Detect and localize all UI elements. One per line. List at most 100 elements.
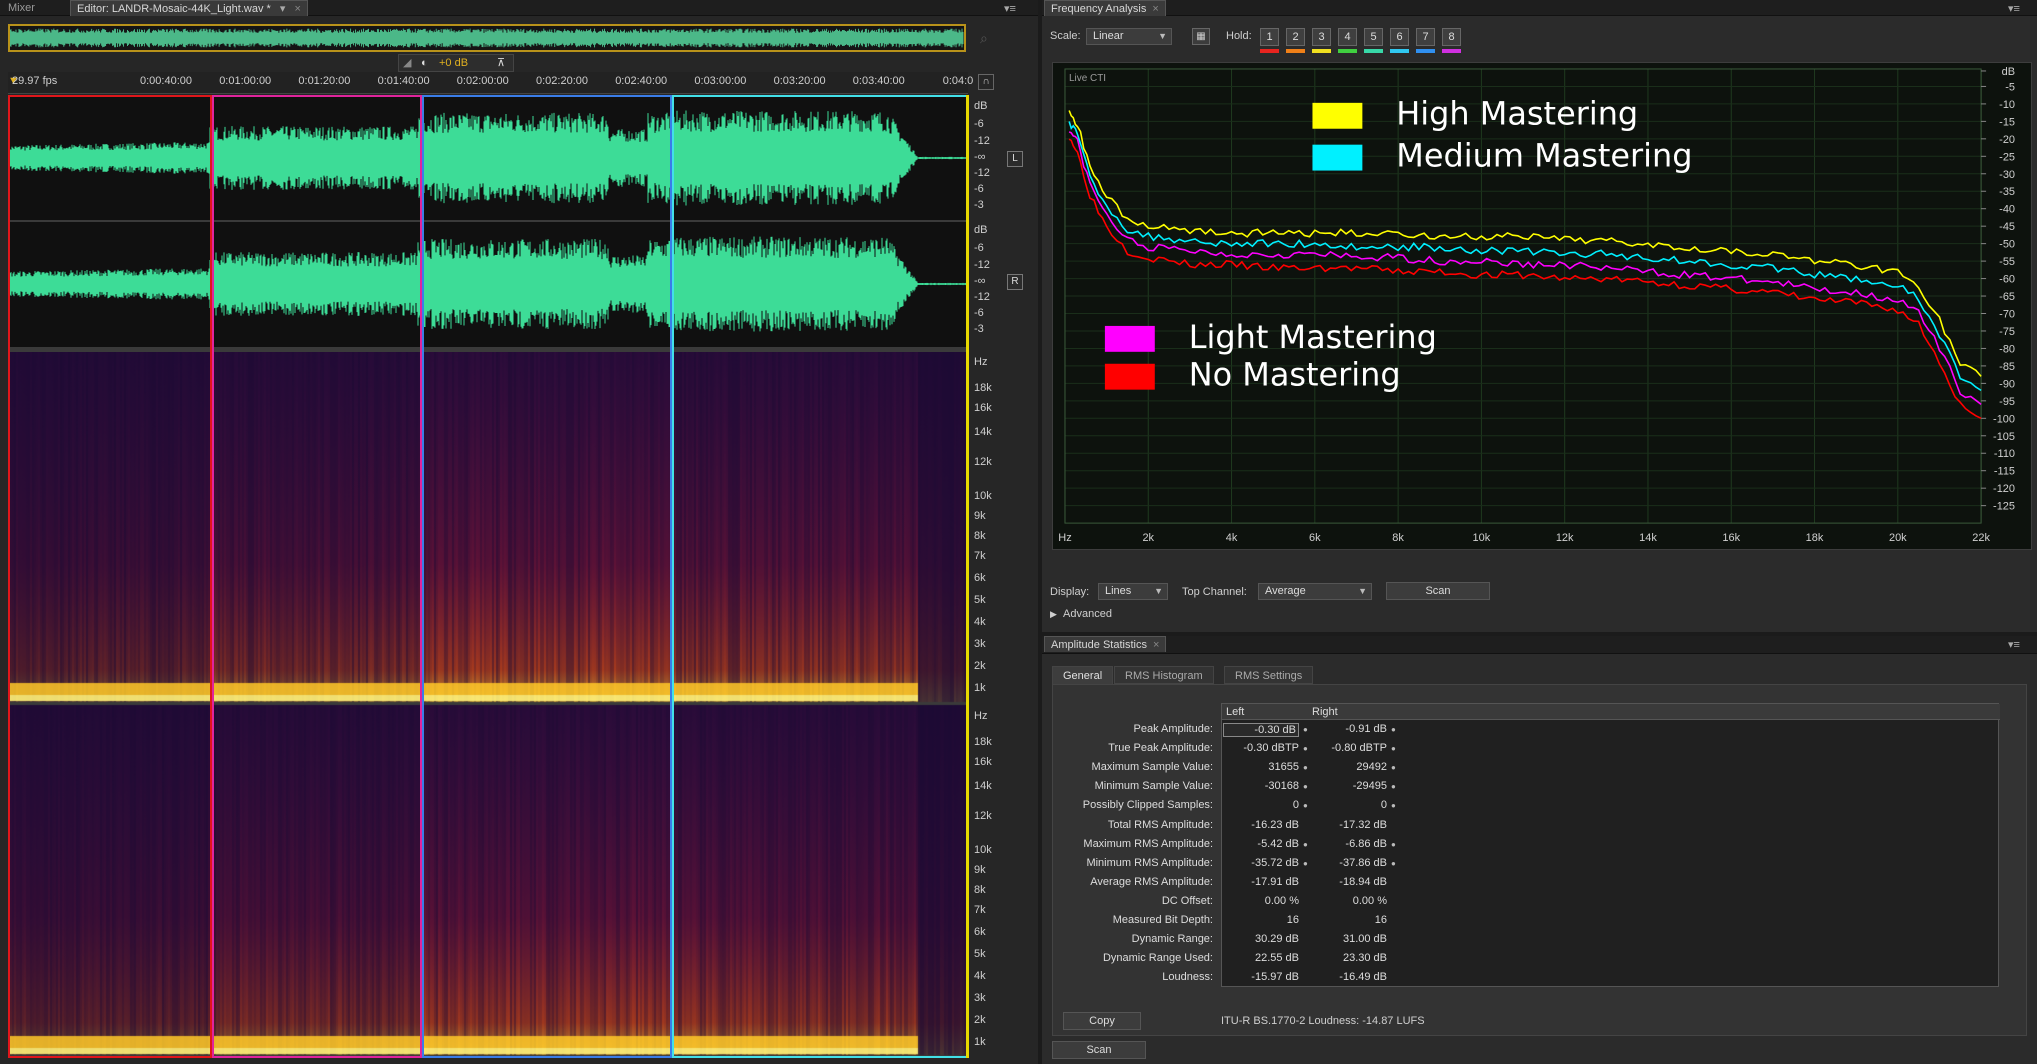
- close-icon[interactable]: ×: [1152, 3, 1158, 15]
- locate-pin-icon[interactable]: ●: [1391, 744, 1396, 753]
- tab-general[interactable]: General: [1052, 666, 1114, 684]
- panel-menu-icon[interactable]: ▾≡: [1004, 2, 1016, 15]
- as-scan-button[interactable]: Scan: [1052, 1041, 1146, 1059]
- timeline-ruler[interactable]: ▼ 29.97 fps 0:00:40:00 0:01:00:00 0:01:20:…: [8, 72, 973, 94]
- loudness-summary: ITU-R BS.1770-2 Loudness: -14.87 LUFS: [1221, 1015, 1425, 1027]
- stat-right-value[interactable]: -6.86 dB: [1311, 838, 1387, 850]
- tab-mixer[interactable]: Mixer: [2, 0, 41, 16]
- stat-left-value[interactable]: 0: [1223, 799, 1299, 811]
- pin-icon[interactable]: ⊼: [497, 55, 505, 71]
- panel-menu-icon[interactable]: ▾≡: [2008, 2, 2020, 15]
- locate-pin-icon[interactable]: ●: [1391, 840, 1396, 849]
- tab-editor[interactable]: Editor: LANDR-Mosaic-44K_Light.wav * ▾ ×: [70, 0, 308, 16]
- legend-label: Light Mastering: [1189, 318, 1437, 356]
- stat-right-value[interactable]: 0.00 %: [1311, 895, 1387, 907]
- locate-pin-icon[interactable]: ●: [1303, 801, 1308, 810]
- file-dropdown-icon[interactable]: ▾: [280, 3, 286, 15]
- hold-button-3[interactable]: 3: [1312, 28, 1331, 46]
- stat-right-value[interactable]: -37.86 dB: [1311, 857, 1387, 869]
- locate-pin-icon[interactable]: ●: [1303, 725, 1308, 734]
- locate-pin-icon[interactable]: ●: [1391, 782, 1396, 791]
- stat-left-value[interactable]: -17.91 dB: [1223, 876, 1299, 888]
- hud-gain-value[interactable]: +0 dB: [439, 55, 468, 71]
- locate-pin-icon[interactable]: ●: [1303, 744, 1308, 753]
- stat-left-value[interactable]: 16: [1223, 914, 1299, 926]
- channel-left-button[interactable]: L: [1007, 151, 1023, 167]
- copy-button[interactable]: Copy: [1063, 1012, 1141, 1030]
- locate-pin-icon[interactable]: ●: [1303, 782, 1308, 791]
- locate-pin-icon[interactable]: ●: [1391, 763, 1396, 772]
- stat-left-value[interactable]: -35.72 dB: [1223, 857, 1299, 869]
- amplitude-statistics-panel: Amplitude Statistics × ▾≡ General RMS His…: [1042, 636, 2037, 1064]
- scale-dropdown[interactable]: Linear ▼: [1086, 28, 1172, 45]
- as-title: Amplitude Statistics: [1051, 639, 1147, 651]
- stat-left-value[interactable]: 22.55 dB: [1223, 952, 1299, 964]
- stat-right-value[interactable]: -16.49 dB: [1311, 971, 1387, 983]
- stat-right-value[interactable]: -29495: [1311, 780, 1387, 792]
- hold-button-6[interactable]: 6: [1390, 28, 1409, 46]
- as-tabbar: Amplitude Statistics × ▾≡: [1042, 636, 2037, 654]
- hold-color-indicator: [1312, 49, 1331, 53]
- stat-right-value[interactable]: -17.32 dB: [1311, 819, 1387, 831]
- tab-rms-settings[interactable]: RMS Settings: [1224, 666, 1314, 684]
- locate-pin-icon[interactable]: ●: [1391, 801, 1396, 810]
- frequency-plot[interactable]: Live CTI Hz 2k 4k 6k 8k 10k 12k 14k 16k 18k 20k 22k d…: [1052, 62, 2032, 550]
- locate-pin-icon[interactable]: ●: [1391, 725, 1396, 734]
- hold-color-indicator: [1286, 49, 1305, 53]
- stats-container: Left Right Peak Amplitude: -0.30 dB -0.91 …: [1052, 684, 2027, 1036]
- display-dropdown[interactable]: Lines ▼: [1098, 583, 1168, 600]
- overview-waveform[interactable]: [8, 24, 966, 52]
- close-icon[interactable]: ×: [1153, 639, 1159, 651]
- volume-knob-icon[interactable]: ◐: [421, 55, 428, 71]
- close-icon[interactable]: ×: [294, 3, 300, 15]
- top-channel-dropdown[interactable]: Average ▼: [1258, 583, 1372, 600]
- locate-pin-icon[interactable]: ●: [1303, 859, 1308, 868]
- stat-right-value[interactable]: 16: [1311, 914, 1387, 926]
- stat-right-value[interactable]: 29492: [1311, 761, 1387, 773]
- stat-right-value[interactable]: -18.94 dB: [1311, 876, 1387, 888]
- stat-left-value[interactable]: -5.42 dB: [1223, 838, 1299, 850]
- stat-left-value[interactable]: 0.00 %: [1223, 895, 1299, 907]
- zoom-magnifier-icon[interactable]: ⌕: [980, 30, 996, 46]
- channel-right-button[interactable]: R: [1007, 274, 1023, 290]
- stat-right-value[interactable]: 0: [1311, 799, 1387, 811]
- loop-headphone-icon[interactable]: ∩: [978, 74, 994, 90]
- level-meter-icon[interactable]: ◢: [403, 55, 411, 71]
- y-tick-label: -105: [1993, 431, 2015, 443]
- spectral-display[interactable]: [8, 352, 968, 1058]
- stat-left-value[interactable]: -16.23 dB: [1223, 819, 1299, 831]
- hold-button-7[interactable]: 7: [1416, 28, 1435, 46]
- stat-left-value[interactable]: 31655: [1223, 761, 1299, 773]
- tab-rms-histogram[interactable]: RMS Histogram: [1114, 666, 1214, 684]
- hold-button-1[interactable]: 1: [1260, 28, 1279, 46]
- stat-right-value[interactable]: -0.80 dBTP: [1311, 742, 1387, 754]
- graph-settings-icon[interactable]: ▦: [1192, 28, 1210, 45]
- stat-right-value[interactable]: -0.91 dB: [1311, 723, 1387, 735]
- stat-right-value[interactable]: 23.30 dB: [1311, 952, 1387, 964]
- hold-button-4[interactable]: 4: [1338, 28, 1357, 46]
- stat-left-value[interactable]: -0.30 dBTP: [1223, 742, 1299, 754]
- stat-left-value[interactable]: -15.97 dB: [1223, 971, 1299, 983]
- tab-amplitude-statistics[interactable]: Amplitude Statistics ×: [1044, 636, 1167, 652]
- hold-button-2[interactable]: 2: [1286, 28, 1305, 46]
- stat-left-value[interactable]: 30.29 dB: [1223, 933, 1299, 945]
- locate-pin-icon[interactable]: ●: [1303, 763, 1308, 772]
- y-tick-label: -70: [1999, 309, 2015, 321]
- locate-pin-icon[interactable]: ●: [1391, 859, 1396, 868]
- locate-pin-icon[interactable]: ●: [1303, 840, 1308, 849]
- panel-menu-icon[interactable]: ▾≡: [2008, 638, 2020, 651]
- x-tick-label: 4k: [1226, 532, 1238, 544]
- spectral-scale-label: 7k: [974, 904, 986, 916]
- stat-row-label: Loudness:: [1162, 971, 1213, 984]
- hold-button-5[interactable]: 5: [1364, 28, 1383, 46]
- y-tick-label: -10: [1999, 99, 2015, 111]
- stat-right-value[interactable]: 31.00 dB: [1311, 933, 1387, 945]
- fa-scan-button[interactable]: Scan: [1386, 582, 1490, 600]
- tab-frequency-analysis[interactable]: Frequency Analysis ×: [1044, 0, 1166, 16]
- advanced-toggle[interactable]: ▶ Advanced: [1050, 608, 1112, 620]
- waveform-display[interactable]: [8, 95, 968, 347]
- stat-left-value[interactable]: -30168: [1223, 780, 1299, 792]
- spectral-scale-label: 2k: [974, 660, 986, 672]
- stat-left-value[interactable]: -0.30 dB: [1223, 723, 1299, 737]
- hold-button-8[interactable]: 8: [1442, 28, 1461, 46]
